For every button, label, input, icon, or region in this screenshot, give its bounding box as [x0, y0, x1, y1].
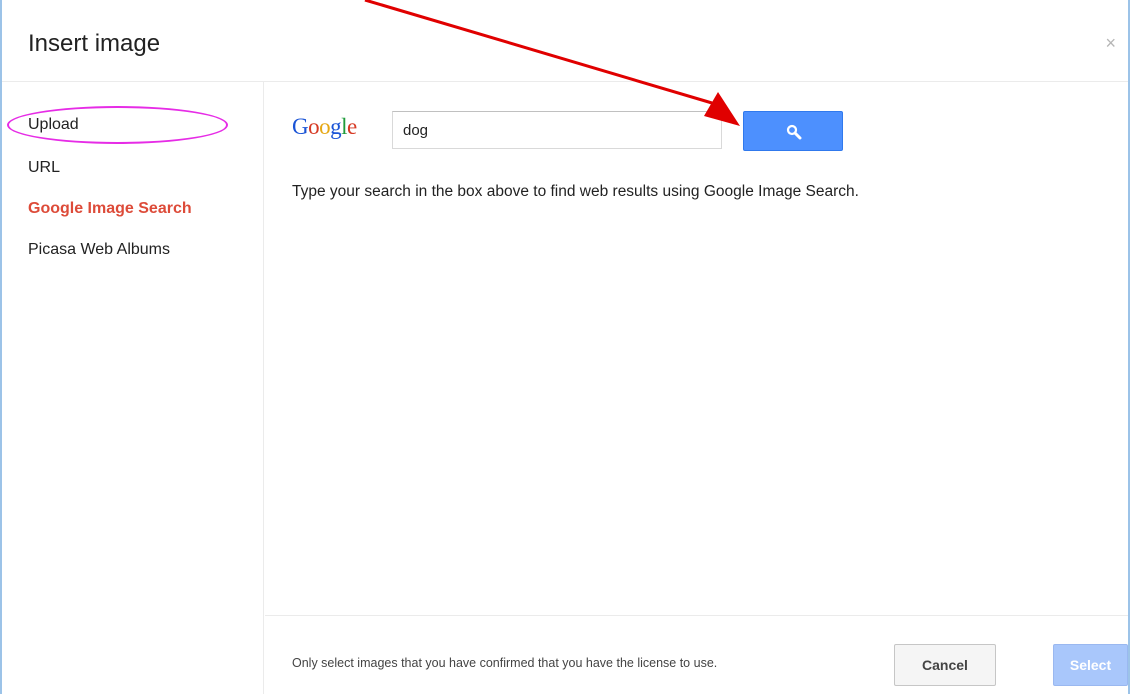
- sidebar: Upload URL Google Image Search Picasa We…: [2, 82, 264, 694]
- sidebar-item-picasa-web-albums[interactable]: Picasa Web Albums: [28, 241, 170, 259]
- sidebar-item-url[interactable]: URL: [28, 159, 60, 177]
- insert-image-dialog: Insert image × Upload URL Google Image S…: [0, 0, 1130, 694]
- sidebar-item-google-image-search[interactable]: Google Image Search: [28, 200, 192, 218]
- search-hint: Type your search in the box above to fin…: [292, 183, 859, 200]
- search-button[interactable]: [743, 111, 843, 151]
- dialog-title: Insert image: [28, 30, 161, 57]
- search-input[interactable]: [392, 111, 722, 149]
- cancel-button[interactable]: Cancel: [894, 644, 996, 686]
- main-panel: Google Type your search in the box above…: [265, 82, 1128, 694]
- select-button[interactable]: Select: [1053, 644, 1128, 686]
- sidebar-item-upload[interactable]: Upload: [28, 116, 79, 134]
- close-icon[interactable]: ×: [1105, 34, 1116, 52]
- license-note: Only select images that you have confirm…: [292, 656, 718, 670]
- magnifier-icon: [786, 124, 802, 140]
- footer-divider: [265, 615, 1128, 616]
- google-logo: Google: [292, 114, 357, 139]
